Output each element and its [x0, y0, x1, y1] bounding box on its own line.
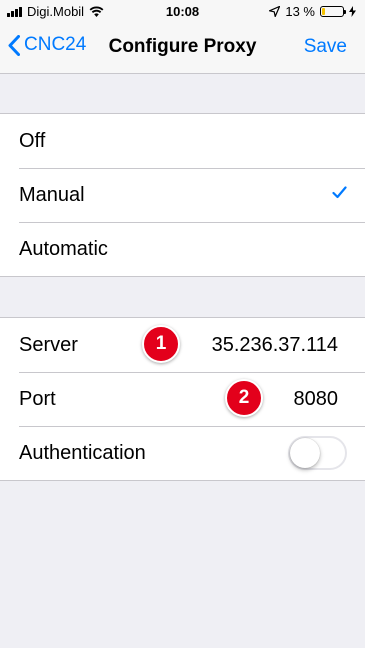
proxy-option-manual[interactable]: Manual: [0, 168, 365, 222]
proxy-mode-group: Off Manual Automatic: [0, 113, 365, 277]
port-field[interactable]: 8080: [294, 388, 339, 411]
location-icon: [269, 6, 281, 17]
screen: Digi.Mobil 10:08 13 % CNC24 Configure Pr…: [0, 0, 365, 648]
authentication-label: Authentication: [19, 441, 146, 464]
checkmark-icon: [332, 186, 347, 199]
authentication-row: Authentication: [0, 426, 365, 480]
back-button[interactable]: CNC24: [8, 34, 86, 56]
status-bar: Digi.Mobil 10:08 13 %: [0, 0, 365, 22]
proxy-option-automatic[interactable]: Automatic: [0, 222, 365, 276]
server-row[interactable]: Server 1 35.236.37.114: [0, 318, 365, 372]
battery-percent: 13 %: [285, 4, 315, 19]
port-row[interactable]: Port 2 8080: [0, 372, 365, 426]
option-label: Manual: [19, 183, 85, 206]
annotation-badge-1: 1: [142, 325, 180, 363]
authentication-toggle[interactable]: [288, 436, 347, 470]
option-label: Off: [19, 129, 46, 152]
save-button[interactable]: Save: [304, 36, 347, 58]
server-field[interactable]: 35.236.37.114: [212, 334, 338, 357]
navigation-bar: CNC24 Configure Proxy Save: [0, 22, 365, 74]
toggle-knob: [290, 438, 320, 468]
manual-settings-group: Server 1 35.236.37.114 Port 2 8080 Authe…: [0, 317, 365, 481]
annotation-badge-2: 2: [225, 379, 263, 417]
option-label: Automatic: [19, 237, 108, 260]
chevron-left-icon: [8, 34, 20, 56]
battery-icon: [320, 6, 346, 17]
proxy-option-off[interactable]: Off: [0, 114, 365, 168]
status-right: 13 %: [269, 4, 356, 19]
charging-icon: [349, 6, 356, 17]
battery-fill: [322, 8, 325, 15]
back-label: CNC24: [24, 34, 87, 55]
server-label: Server: [19, 333, 78, 356]
port-label: Port: [19, 387, 56, 410]
